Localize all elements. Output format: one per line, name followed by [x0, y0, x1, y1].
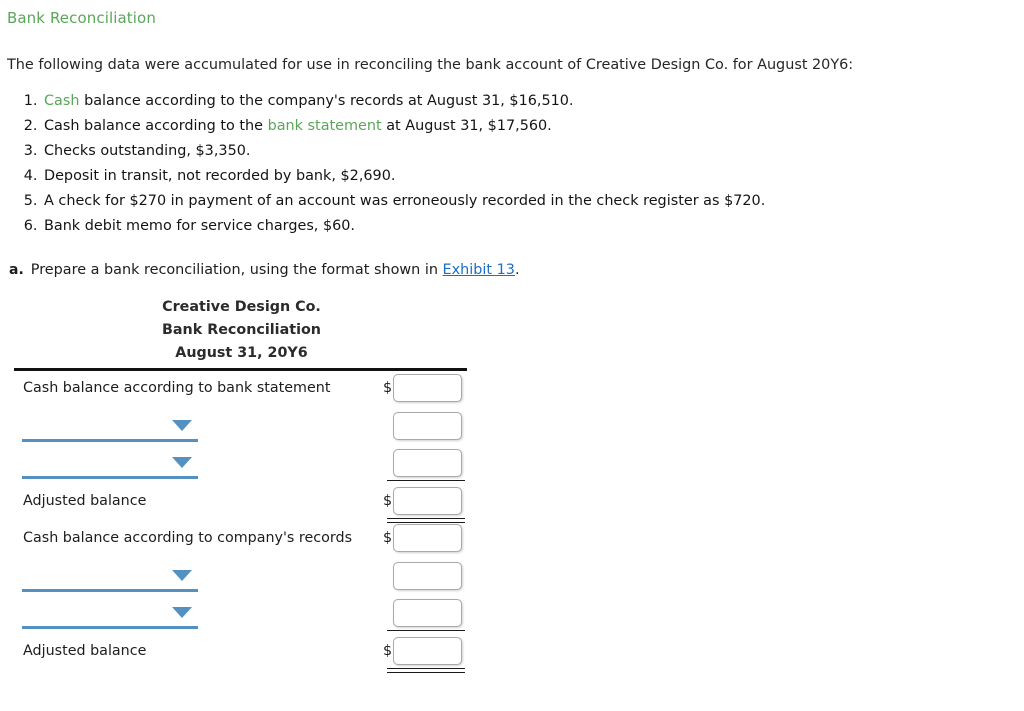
amount-cell: $ — [383, 635, 483, 671]
chevron-down-icon — [172, 569, 192, 581]
facts-list: Cash balance according to the company's … — [7, 89, 765, 239]
chevron-down-icon — [172, 607, 192, 618]
amount-cell — [383, 597, 483, 633]
fact-item: A check for $270 in payment of an accoun… — [42, 189, 765, 214]
line-item-select[interactable] — [22, 449, 198, 479]
fact-text: A check for $270 in payment of an accoun… — [44, 193, 766, 209]
fact-keyword: Cash — [44, 93, 80, 109]
fact-item: Cash balance according to the company's … — [42, 89, 765, 114]
line-item-select[interactable] — [22, 599, 198, 629]
page-title: Bank Reconciliation — [7, 9, 156, 27]
fact-item: Cash balance according to the bank state… — [42, 114, 765, 139]
amount-cell: $ — [383, 522, 483, 558]
fact-text-tail: balance according to the company's recor… — [79, 93, 574, 109]
fact-text: Bank debit memo for service charges, $60… — [44, 218, 356, 234]
fact-item: Bank debit memo for service charges, $60… — [42, 214, 765, 239]
amount-cell: $ — [383, 485, 483, 521]
statement-date: August 31, 20Y6 — [175, 345, 308, 361]
currency-symbol: $ — [383, 530, 393, 546]
amount-cell — [383, 447, 483, 483]
statement-company-name: Creative Design Co. — [162, 299, 321, 315]
fact-item: Checks outstanding, $3,350. — [42, 139, 765, 164]
statement-row: Adjusted balance $ — [0, 484, 500, 523]
amount-input[interactable] — [393, 636, 462, 665]
amount-input[interactable] — [393, 561, 462, 590]
amount-single-rule — [387, 480, 465, 481]
part-a-marker: a. — [9, 262, 24, 278]
amount-input[interactable] — [393, 486, 462, 515]
line-item-select[interactable] — [22, 412, 198, 442]
amount-single-rule — [387, 630, 465, 631]
line-item-select[interactable] — [22, 562, 198, 592]
statement-title: Bank Reconciliation — [162, 322, 321, 338]
amount-input[interactable] — [393, 411, 462, 440]
part-a-text: Prepare a bank reconciliation, using the… — [30, 262, 443, 278]
statement-row: Cash balance according to bank statement… — [0, 371, 500, 409]
line-item-label: Adjusted balance — [23, 492, 147, 509]
fact-text: Checks outstanding, $3,350. — [44, 143, 251, 159]
bank-reconciliation-statement: Creative Design Co. Bank Reconciliation … — [0, 296, 500, 673]
fact-keyword: bank statement — [267, 118, 382, 134]
part-a-period: . — [514, 262, 520, 278]
amount-input[interactable] — [393, 599, 462, 627]
intro-paragraph: The following data were accumulated for … — [7, 57, 854, 73]
select-underline — [22, 588, 198, 592]
statement-row — [0, 446, 500, 484]
line-item-label: Adjusted balance — [23, 642, 147, 659]
statement-row — [0, 596, 500, 634]
select-underline — [22, 626, 198, 629]
amount-cell — [383, 560, 483, 596]
currency-symbol: $ — [383, 642, 393, 659]
statement-row: Cash balance according to company's reco… — [0, 521, 500, 559]
currency-symbol: $ — [383, 380, 393, 396]
line-item-label: Cash balance according to company's reco… — [23, 530, 353, 546]
part-a-prompt: a. Prepare a bank reconciliation, using t… — [9, 262, 520, 278]
chevron-down-icon — [172, 457, 192, 468]
currency-symbol: $ — [383, 492, 393, 509]
line-item-label: Cash balance according to bank statement — [23, 380, 331, 396]
amount-input[interactable] — [393, 374, 462, 402]
select-underline — [22, 438, 198, 442]
exhibit-13-link[interactable]: Exhibit 13 — [443, 262, 515, 278]
amount-input[interactable] — [393, 524, 462, 552]
statement-row: Adjusted balance $ — [0, 634, 500, 673]
statement-row — [0, 409, 500, 447]
amount-cell — [383, 410, 483, 446]
fact-text: Cash balance according to the — [44, 118, 268, 134]
chevron-down-icon — [172, 419, 192, 431]
fact-item: Deposit in transit, not recorded by bank… — [42, 164, 765, 189]
amount-input[interactable] — [393, 449, 462, 477]
amount-double-rule — [387, 667, 465, 673]
amount-cell: $ — [383, 372, 483, 408]
select-underline — [22, 476, 198, 479]
statement-row — [0, 559, 500, 597]
fact-text-tail: at August 31, $17,560. — [381, 118, 552, 134]
fact-text: Deposit in transit, not recorded by bank… — [44, 168, 396, 184]
statement-rows: Cash balance according to bank statement… — [0, 371, 500, 673]
